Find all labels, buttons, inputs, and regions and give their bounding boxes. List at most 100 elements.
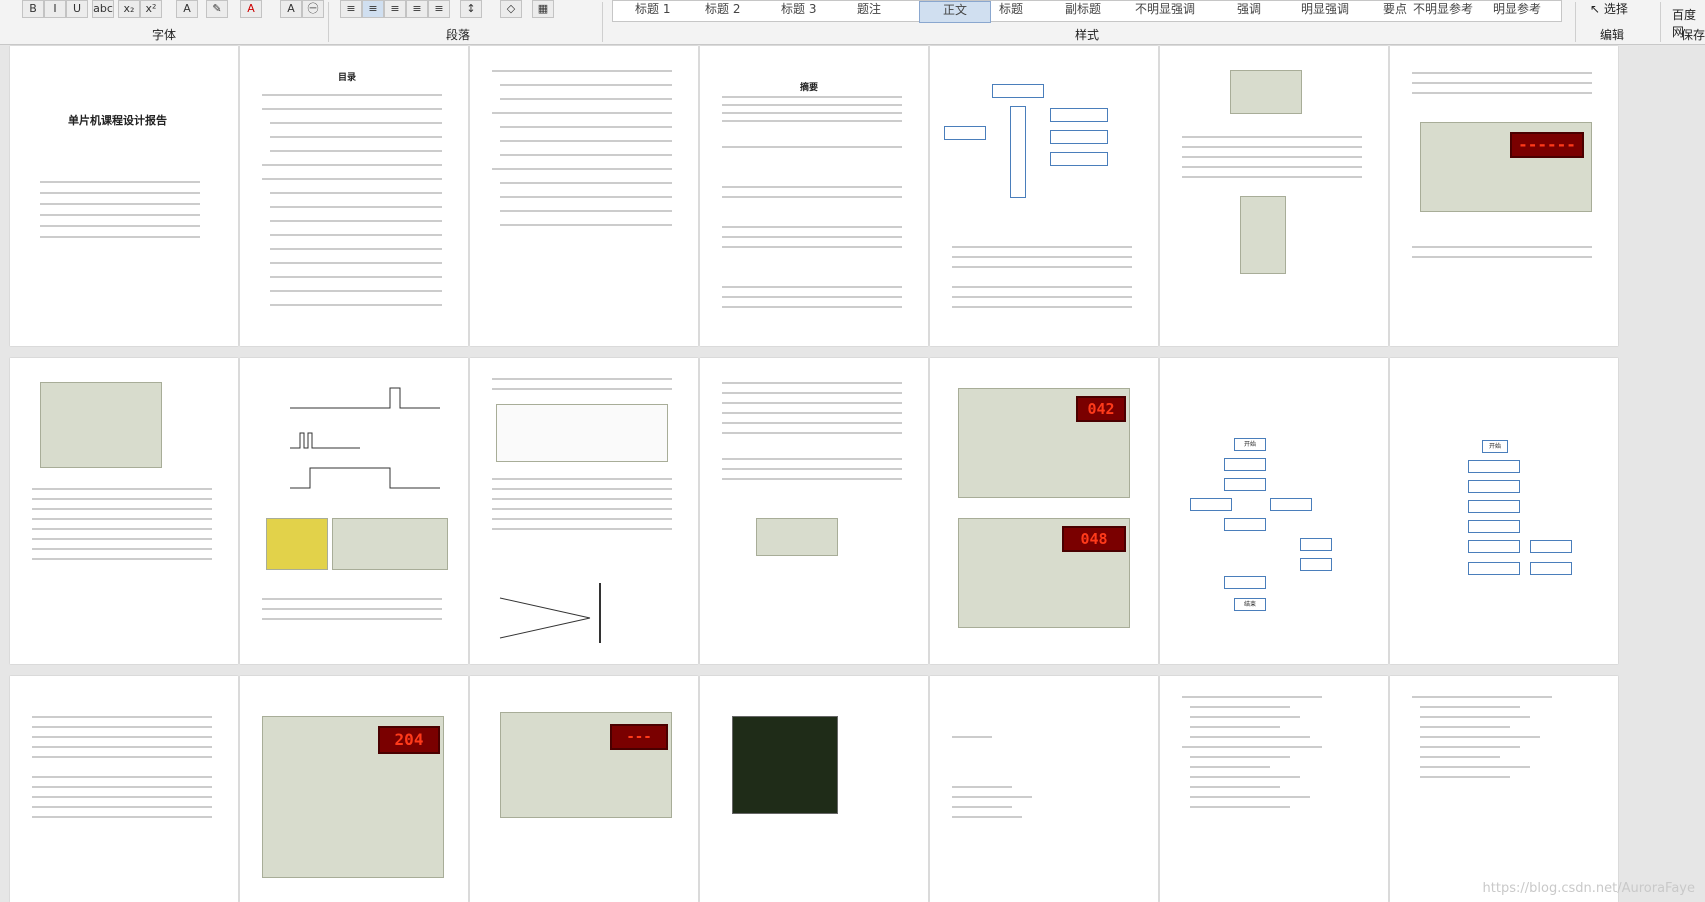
style-gallery[interactable]: 标题 1 标题 2 标题 3 题注 正文 标题 副标题 不明显强调 强调 明显强… [612,0,1562,23]
group-label-font: 字体 [152,28,177,42]
align-left-icon[interactable]: ≡ [340,0,362,18]
group-label-editing: 编辑 [1600,28,1625,42]
reflection-diagram [499,583,601,643]
style-item[interactable]: 副标题 [1065,1,1101,21]
page-sim-3[interactable]: --- [470,676,698,902]
style-item[interactable]: 不明显强调 [1135,1,1195,21]
group-label-styles: 样式 [1075,28,1100,42]
group-label-save: 保存 [1681,28,1705,42]
enclose-char-icon[interactable]: ㊀ [302,0,324,18]
superscript-button[interactable]: x² [140,0,162,18]
seven-segment-display: ------ [1510,132,1584,158]
line-spacing-icon[interactable]: ↕ [460,0,482,18]
page-formula[interactable] [700,358,928,664]
seven-segment-display: --- [610,724,668,750]
page-flowchart-main[interactable]: 开始 结束 [1160,358,1388,664]
page-sim-2[interactable]: 204 [240,676,468,902]
style-item[interactable]: 明显参考 [1493,1,1541,21]
flow-step [1224,458,1266,471]
diagram-box [944,126,986,140]
style-item[interactable]: 要点 [1383,1,1407,21]
page-sim-1[interactable]: 042 048 [930,358,1158,664]
justify-icon[interactable]: ≡ [406,0,428,18]
align-center-icon[interactable]: ≡ [362,0,384,18]
separator [328,2,329,42]
toc-title: 目录 [338,73,357,83]
seven-segment-display: 048 [1062,526,1126,552]
char-shading-icon[interactable]: A [280,0,302,18]
page-code-3[interactable] [1390,676,1618,902]
style-item[interactable]: 强调 [1237,1,1261,21]
circuit-image [1230,70,1302,114]
flow-start: 开始 [1234,438,1266,451]
timing-diagram [290,387,440,489]
page-display[interactable]: ------ [1390,46,1618,346]
separator [1575,2,1576,42]
page-flowchart-sub[interactable]: 开始 [1390,358,1618,664]
page-timing[interactable] [240,358,468,664]
flow-step [1300,558,1332,571]
text-effects-icon[interactable]: A [176,0,198,18]
italic-button[interactable]: I [44,0,66,18]
flow-step [1468,562,1520,575]
font-color-icon[interactable]: A [240,0,262,18]
flow-step [1224,518,1266,531]
bold-button[interactable]: B [22,0,44,18]
page-code-2[interactable] [1160,676,1388,902]
style-item[interactable]: 不明显参考 [1413,1,1473,21]
style-item[interactable]: 标题 [999,1,1023,21]
underline-button[interactable]: U [66,0,88,18]
seven-segment-display: 042 [1076,396,1126,422]
diagram-box [1050,130,1108,144]
separator [1660,2,1661,42]
flow-step [1300,538,1332,551]
style-item-active[interactable]: 正文 [919,1,991,23]
highlight-icon[interactable]: ✎ [206,0,228,18]
page-toc[interactable]: 目录 [240,46,468,346]
flow-step [1468,500,1520,513]
flow-step [1468,540,1520,553]
distributed-icon[interactable]: ≡ [428,0,450,18]
page-software[interactable] [10,676,238,902]
page-toc-2[interactable] [470,46,698,346]
flow-end: 结束 [1234,598,1266,611]
cover-title: 单片机课程设计报告 [68,114,167,127]
subscript-button[interactable]: x₂ [118,0,140,18]
flow-step [1224,478,1266,491]
flow-step [1530,562,1572,575]
pcb-image [732,716,838,814]
style-item[interactable]: 题注 [857,1,881,21]
flow-step [1468,460,1520,473]
separator [602,2,603,42]
style-item[interactable]: 标题 3 [781,1,816,21]
sensor-photo [266,518,328,570]
page-code-1[interactable] [930,676,1158,902]
page-pcb[interactable] [700,676,928,902]
flow-step [1530,540,1572,553]
style-item[interactable]: 明显强调 [1301,1,1349,21]
circuit-image [40,382,162,468]
page-abstract[interactable]: 摘要 [700,46,928,346]
border-icon[interactable]: ▦ [532,0,554,18]
diagram-box [992,84,1044,98]
watermark: https://blog.csdn.net/AuroraFaye [1482,881,1695,896]
style-item[interactable]: 标题 2 [705,1,740,21]
circuit-image [332,518,448,570]
shading-icon[interactable]: ◇ [500,0,522,18]
page-block-diagram[interactable] [930,46,1158,346]
cursor-icon: ↖ [1590,2,1604,16]
circuit-image [1240,196,1286,274]
align-right-icon[interactable]: ≡ [384,0,406,18]
page-sensor-circuit[interactable] [10,358,238,664]
group-label-paragraph: 段落 [446,28,471,42]
diagram-box [1050,152,1108,166]
select-button[interactable]: ↖ 选择 [1590,0,1628,17]
style-item[interactable]: 标题 1 [635,1,670,21]
strikethrough-button[interactable]: abc [92,0,114,18]
flow-step [1190,498,1232,511]
diagram-box [1050,108,1108,122]
page-cover[interactable]: 单片机课程设计报告 [10,46,238,346]
page-ultrasonic[interactable] [470,358,698,664]
page-circuits[interactable] [1160,46,1388,346]
abstract-title: 摘要 [800,83,819,93]
